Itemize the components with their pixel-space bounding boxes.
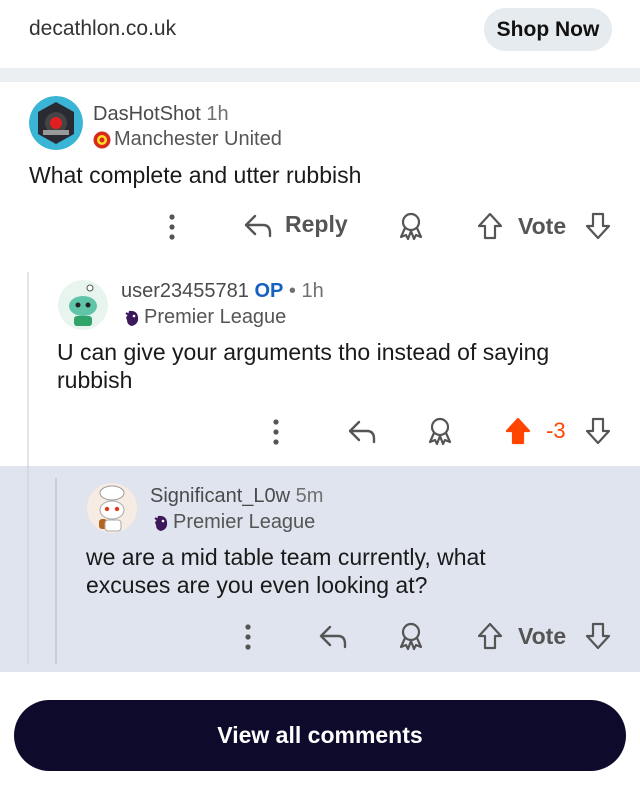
user-flair: Premier League bbox=[152, 511, 315, 534]
more-options-button[interactable] bbox=[163, 213, 181, 241]
flair-text: Manchester United bbox=[114, 128, 282, 150]
reply-label: Reply bbox=[285, 211, 348, 237]
avatar[interactable] bbox=[87, 483, 137, 533]
username[interactable]: DasHotShot 1h bbox=[93, 103, 229, 126]
snoo-avatar-icon bbox=[58, 280, 108, 330]
downvote-icon bbox=[585, 417, 611, 445]
comment-body: U can give your arguments tho instead of… bbox=[57, 339, 550, 393]
downvote-button[interactable] bbox=[584, 211, 612, 241]
section-divider bbox=[0, 672, 640, 682]
reply-icon bbox=[319, 625, 347, 649]
avatar[interactable] bbox=[58, 280, 108, 330]
more-vertical-icon bbox=[245, 624, 251, 650]
downvote-button[interactable] bbox=[584, 621, 612, 651]
username[interactable]: user23455781 OP • 1h bbox=[121, 280, 324, 303]
robot-avatar-icon bbox=[29, 96, 83, 150]
comment-actions: Reply Vote bbox=[0, 207, 640, 247]
upvote-icon bbox=[477, 212, 503, 240]
flair-text: Premier League bbox=[144, 306, 287, 328]
premier-league-lion-icon bbox=[152, 514, 170, 532]
award-icon bbox=[399, 212, 423, 241]
ad-bar: decathlon.co.uk Shop Now bbox=[0, 0, 640, 68]
reply-icon bbox=[348, 420, 376, 444]
award-button[interactable] bbox=[425, 416, 455, 446]
downvote-icon bbox=[585, 212, 611, 240]
comment-actions: Vote bbox=[0, 617, 640, 657]
flair-text: Premier League bbox=[173, 511, 316, 533]
user-flair: Premier League bbox=[123, 306, 286, 329]
award-button[interactable] bbox=[396, 211, 426, 241]
more-options-button[interactable] bbox=[239, 623, 257, 651]
more-options-button[interactable] bbox=[267, 418, 285, 446]
username-text: Significant_L0w bbox=[150, 485, 291, 507]
reply-button[interactable]: Reply bbox=[243, 211, 348, 238]
shop-now-button[interactable]: Shop Now bbox=[484, 8, 612, 51]
reply-icon bbox=[244, 214, 272, 237]
timestamp: 1h bbox=[301, 280, 324, 302]
upvote-icon bbox=[477, 622, 503, 650]
manchester-united-crest-icon bbox=[93, 131, 111, 149]
downvote-icon bbox=[585, 622, 611, 650]
username-text: user23455781 bbox=[121, 280, 249, 302]
separator-dot: • bbox=[288, 280, 296, 302]
op-badge: OP bbox=[254, 280, 284, 302]
section-divider bbox=[0, 68, 640, 82]
reply-button[interactable] bbox=[318, 623, 348, 649]
upvote-button[interactable]: Vote bbox=[476, 211, 566, 241]
upvote-button[interactable]: -3 bbox=[504, 416, 566, 446]
upvote-button[interactable]: Vote bbox=[476, 621, 566, 651]
more-vertical-icon bbox=[273, 419, 279, 445]
vote-label: Vote bbox=[518, 212, 567, 239]
user-flair: Manchester United bbox=[93, 128, 282, 151]
avatar[interactable] bbox=[29, 96, 83, 150]
downvote-button[interactable] bbox=[584, 416, 612, 446]
comment-body: What complete and utter rubbish bbox=[29, 162, 362, 188]
award-button[interactable] bbox=[396, 621, 426, 651]
username[interactable]: Significant_L0w 5m bbox=[150, 485, 323, 508]
chef-snoo-avatar-icon bbox=[87, 483, 137, 533]
timestamp: 5m bbox=[295, 485, 324, 507]
comment-body: we are a mid table team currently, what … bbox=[86, 544, 486, 598]
award-icon bbox=[428, 417, 452, 446]
vote-label: Vote bbox=[518, 622, 567, 649]
score: -3 bbox=[546, 418, 566, 443]
upvote-filled-icon bbox=[505, 417, 531, 445]
timestamp: 1h bbox=[206, 103, 229, 125]
comment-actions: -3 bbox=[0, 412, 640, 452]
ad-domain[interactable]: decathlon.co.uk bbox=[29, 17, 176, 41]
award-icon bbox=[399, 622, 423, 651]
reply-button[interactable] bbox=[347, 418, 377, 444]
premier-league-lion-icon bbox=[123, 309, 141, 327]
view-all-comments-button[interactable]: View all comments bbox=[14, 700, 626, 771]
more-vertical-icon bbox=[169, 214, 175, 240]
username-text: DasHotShot bbox=[93, 103, 201, 125]
